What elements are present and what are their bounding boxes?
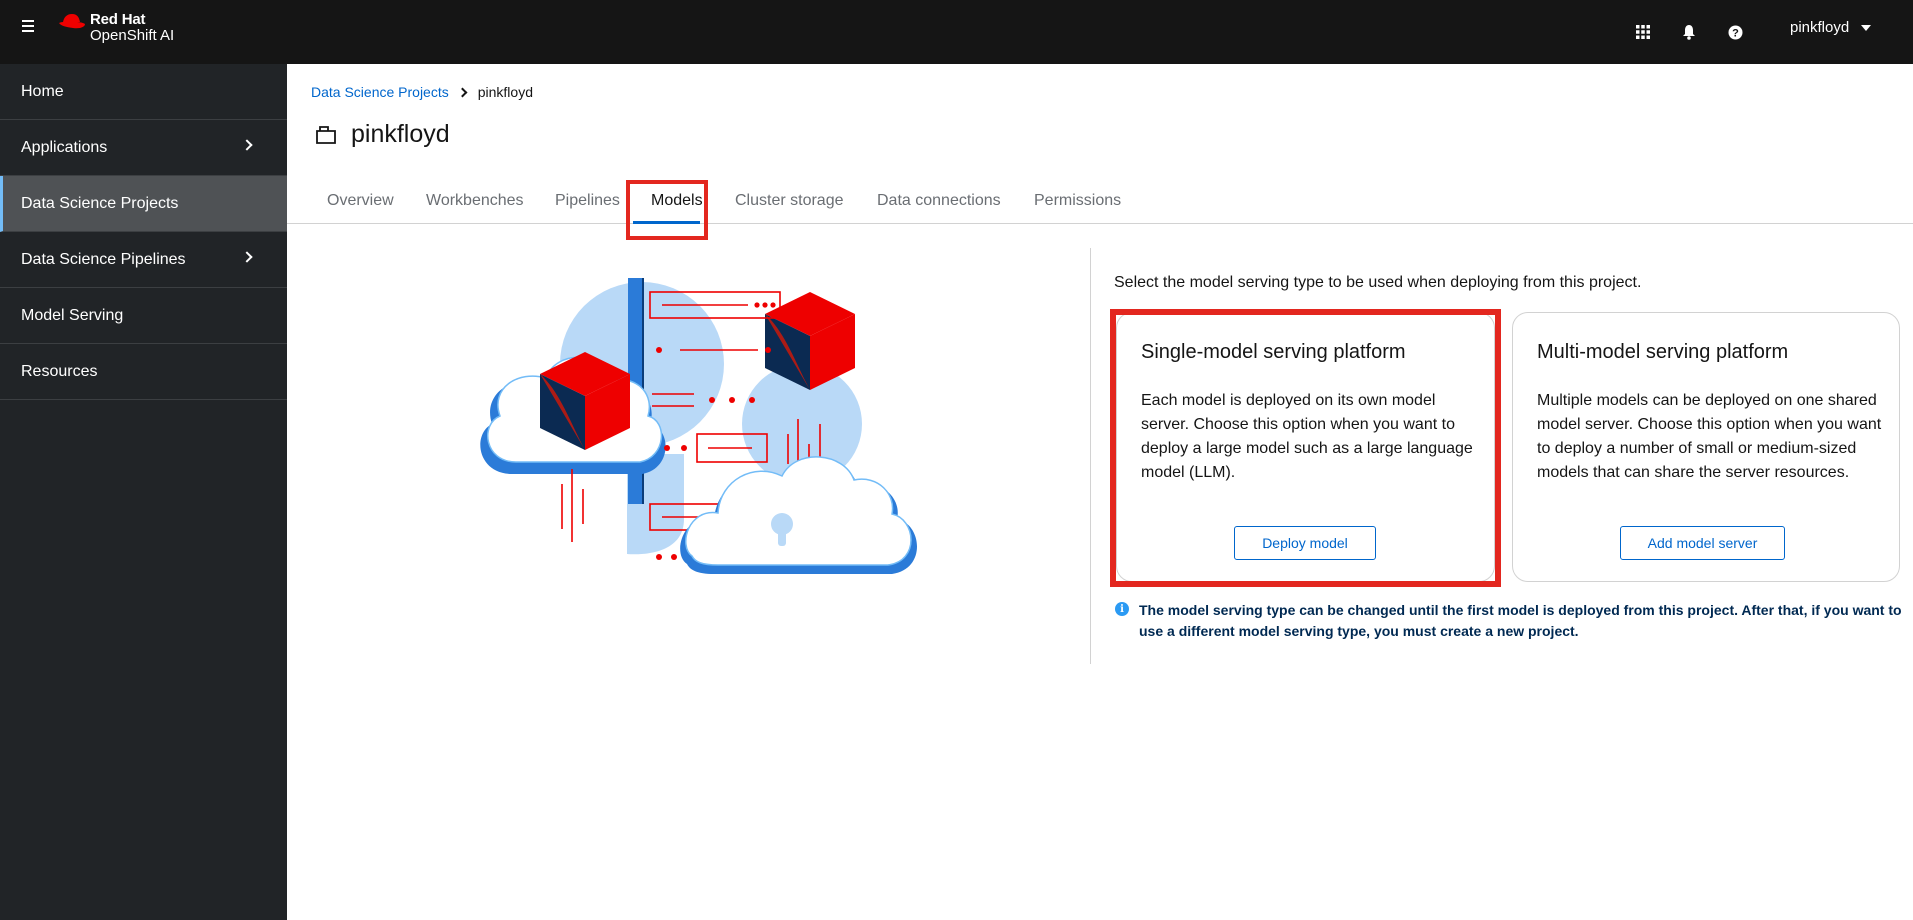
single-model-highlight — [1110, 309, 1501, 587]
breadcrumb-link-projects[interactable]: Data Science Projects — [311, 84, 449, 100]
app-launcher-icon[interactable] — [1631, 20, 1655, 44]
sidebar-item-data-science-projects[interactable]: Data Science Projects — [0, 176, 287, 232]
main-content: Data Science Projects pinkfloyd pinkfloy… — [287, 64, 1913, 920]
sidebar-item-label: Data Science Pipelines — [21, 250, 186, 268]
red-hat-icon — [59, 14, 85, 29]
svg-text:?: ? — [1732, 27, 1739, 39]
sidebar-item-home[interactable]: Home — [0, 64, 287, 120]
sidebar-item-model-serving[interactable]: Model Serving — [0, 288, 287, 344]
info-message: The model serving type can be changed un… — [1139, 602, 1902, 639]
brand-logo[interactable]: Red Hat OpenShift AI — [58, 12, 174, 44]
sidebar: Home Applications Data Science Projects … — [0, 64, 287, 920]
sidebar-item-label: Data Science Projects — [21, 194, 179, 212]
tab-cluster-storage[interactable]: Cluster storage — [735, 184, 844, 224]
project-folder-icon — [316, 125, 336, 144]
chevron-right-icon — [241, 251, 253, 263]
notification-bell-icon[interactable] — [1677, 20, 1701, 44]
brand-name: Red Hat — [90, 11, 146, 28]
multi-model-title: Multi-model serving platform — [1537, 341, 1789, 363]
model-serving-illustration — [480, 278, 917, 574]
page-header: pinkfloyd — [315, 120, 450, 149]
vertical-divider — [1090, 248, 1091, 664]
breadcrumb-current: pinkfloyd — [477, 84, 533, 100]
info-icon: i — [1115, 602, 1129, 616]
serving-type-info-alert: i The model serving type can be changed … — [1115, 600, 1905, 642]
page-title: pinkfloyd — [351, 120, 450, 148]
add-model-server-button[interactable]: Add model server — [1620, 526, 1785, 560]
sidebar-item-label: Resources — [21, 362, 98, 380]
multi-model-description: Multiple models can be deployed on one s… — [1537, 392, 1882, 481]
product-name: OpenShift AI — [90, 27, 175, 44]
tab-pipelines[interactable]: Pipelines — [555, 184, 620, 224]
tab-data-connections[interactable]: Data connections — [877, 184, 1001, 224]
sidebar-item-applications[interactable]: Applications — [0, 120, 287, 176]
tab-workbenches[interactable]: Workbenches — [426, 184, 524, 224]
tab-permissions[interactable]: Permissions — [1034, 184, 1121, 224]
help-icon[interactable]: ? — [1723, 20, 1747, 44]
chevron-right-icon — [241, 139, 253, 151]
user-name: pinkfloyd — [1790, 19, 1850, 36]
tab-overview[interactable]: Overview — [327, 184, 394, 224]
sidebar-item-label: Applications — [21, 138, 108, 156]
menu-icon[interactable] — [20, 20, 36, 36]
sidebar-item-resources[interactable]: Resources — [0, 344, 287, 400]
chevron-right-icon — [457, 87, 468, 97]
sidebar-item-label: Model Serving — [21, 306, 124, 324]
masthead: Red Hat OpenShift AI ? pinkfloyd — [0, 0, 1913, 64]
serving-type-intro: Select the model serving type to be used… — [1114, 274, 1642, 291]
caret-down-icon — [1861, 24, 1872, 31]
user-menu[interactable]: pinkfloyd — [1790, 19, 1872, 36]
sidebar-item-label: Home — [21, 82, 64, 100]
project-tabs: Overview Workbenches Pipelines Models Cl… — [287, 184, 1913, 224]
sidebar-item-data-science-pipelines[interactable]: Data Science Pipelines — [0, 232, 287, 288]
models-tab-highlight — [626, 180, 708, 240]
breadcrumb: Data Science Projects pinkfloyd — [311, 84, 533, 100]
